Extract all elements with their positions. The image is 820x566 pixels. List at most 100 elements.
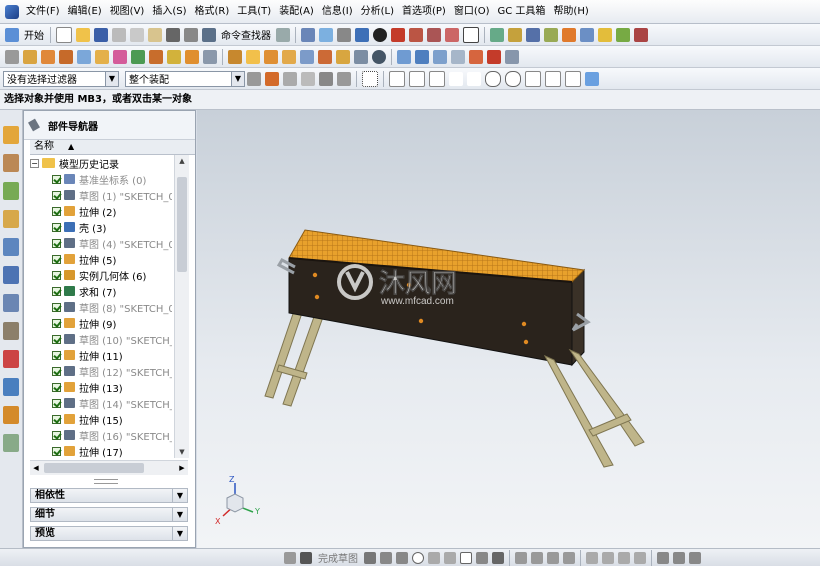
fit-view-icon[interactable] (319, 27, 333, 42)
tree-item-shell[interactable]: 壳 (3) (52, 219, 172, 235)
graphics-window[interactable]: 沐风网 www.mfcad.com Z Y X (197, 110, 820, 548)
boss-icon[interactable] (77, 49, 91, 64)
snap-control-icon[interactable] (429, 70, 445, 87)
arc-icon[interactable] (396, 551, 408, 564)
menu-analysis[interactable]: 分析(L) (357, 0, 398, 24)
rectangle-select-icon[interactable] (362, 70, 378, 87)
shell-icon[interactable] (264, 49, 278, 64)
tree-item-sketch[interactable]: 草图 (16) "SKETCH_ (52, 427, 172, 443)
feature-filter-icon[interactable] (301, 71, 315, 86)
tree-item-sketch[interactable]: 草图 (10) "SKETCH_ (52, 331, 172, 347)
process-studio-icon[interactable] (3, 350, 19, 368)
roles-icon[interactable] (3, 406, 19, 424)
visibility-checkbox[interactable] (52, 206, 61, 216)
layer-icon[interactable] (463, 26, 479, 43)
studio-icon[interactable] (409, 27, 423, 42)
through-curves-icon[interactable] (415, 49, 429, 64)
thread-icon[interactable] (354, 49, 368, 64)
constraint-navigator-icon[interactable] (3, 154, 19, 172)
pin-icon[interactable] (634, 27, 648, 42)
visibility-checkbox[interactable] (52, 270, 61, 280)
snap-existing-point-icon[interactable] (525, 70, 541, 87)
menu-assembly[interactable]: 装配(A) (275, 0, 318, 24)
edge-blend-icon[interactable] (228, 49, 242, 64)
general-filter-icon[interactable] (247, 71, 261, 86)
sketch-task-icon[interactable] (284, 551, 296, 564)
menu-format[interactable]: 格式(R) (191, 0, 234, 24)
scroll-thumb[interactable] (177, 177, 187, 272)
surface-icon[interactable] (397, 49, 411, 64)
redo-icon[interactable] (184, 27, 198, 42)
sketch-style-icon[interactable] (657, 551, 669, 564)
menu-tools[interactable]: 工具(T) (233, 0, 275, 24)
manufacturing-wizard-icon[interactable] (3, 378, 19, 396)
line-icon[interactable] (380, 551, 392, 564)
visibility-checkbox[interactable] (52, 398, 61, 408)
visibility-checkbox[interactable] (52, 430, 61, 440)
offset-face-icon[interactable] (336, 49, 350, 64)
polygon-icon[interactable] (476, 551, 488, 564)
sphere-icon[interactable] (372, 49, 386, 64)
assembly-navigator-icon[interactable] (3, 126, 19, 144)
leg-left[interactable] (264, 307, 324, 407)
tree-item-sketch[interactable]: 草图 (12) "SKETCH_ (52, 363, 172, 379)
snap-endpoint-icon[interactable] (389, 70, 405, 87)
visibility-checkbox[interactable] (52, 238, 61, 248)
scroll-left-icon[interactable]: ◀ (30, 461, 42, 475)
visibility-checkbox[interactable] (52, 190, 61, 200)
dimension-icon[interactable] (586, 551, 598, 564)
column-header-name[interactable]: 名称 ▲ (30, 140, 195, 155)
sketch-icon[interactable] (5, 49, 19, 64)
scroll-right-icon[interactable]: ▶ (176, 461, 188, 475)
menu-help[interactable]: 帮助(H) (549, 0, 592, 24)
visibility-checkbox[interactable] (52, 382, 61, 392)
visibility-checkbox[interactable] (52, 446, 61, 456)
hd3d-tools-icon[interactable] (3, 238, 19, 256)
menu-file[interactable]: 文件(F) (22, 0, 64, 24)
draft-icon[interactable] (282, 49, 296, 64)
undo-icon[interactable] (166, 27, 180, 42)
auto-constrain-icon[interactable] (618, 551, 630, 564)
visibility-checkbox[interactable] (52, 286, 61, 296)
menu-gc-toolbox[interactable]: GC 工具箱 (494, 0, 550, 24)
selection-scope-dropdown[interactable]: 整个装配 ▼ (125, 70, 245, 87)
datum-plane-icon[interactable] (131, 49, 145, 64)
unite-icon[interactable] (149, 49, 163, 64)
visibility-checkbox[interactable] (52, 318, 61, 328)
partial-shade-icon[interactable] (445, 27, 459, 42)
tree-item-unite[interactable]: 求和 (7) (52, 283, 172, 299)
orient-view-icon[interactable] (355, 27, 369, 42)
paste-icon[interactable] (148, 27, 162, 42)
system-scenes-icon[interactable] (3, 434, 19, 452)
menu-window[interactable]: 窗口(O) (450, 0, 494, 24)
scroll-up-icon[interactable]: ▲ (175, 155, 189, 167)
copy-icon[interactable] (130, 27, 144, 42)
collapse-icon[interactable]: − (30, 158, 39, 168)
subtract-icon[interactable] (167, 49, 181, 64)
menu-edit[interactable]: 编辑(E) (64, 0, 106, 24)
snap-quadrant-icon[interactable] (485, 70, 501, 87)
vertical-scrollbar[interactable]: ▲ ▼ (174, 155, 189, 458)
snap-intersection-icon[interactable] (449, 71, 463, 86)
command-finder-button[interactable]: 命令查找器 (221, 27, 271, 42)
panel-dependencies[interactable]: 相依性 ▼ (30, 488, 188, 503)
extrude-icon[interactable] (23, 49, 37, 64)
tree-item-sketch[interactable]: 草图 (14) "SKETCH_ (52, 395, 172, 411)
fillet-icon[interactable] (428, 551, 440, 564)
snap-midpoint-icon[interactable] (409, 70, 425, 87)
table-icon[interactable] (580, 27, 594, 42)
menu-preferences[interactable]: 首选项(P) (398, 0, 450, 24)
visibility-checkbox[interactable] (52, 414, 61, 424)
web-browser-icon[interactable] (3, 266, 19, 284)
make-corner-icon[interactable] (563, 551, 575, 564)
revolve-icon[interactable] (41, 49, 55, 64)
tree-item-extrude[interactable]: 拉伸 (5) (52, 251, 172, 267)
tree-root-model-history[interactable]: − 模型历史记录 (30, 155, 172, 171)
point-icon[interactable] (492, 551, 504, 564)
pocket-icon[interactable] (95, 49, 109, 64)
part-navigator-icon[interactable] (3, 182, 19, 200)
sheet-icon[interactable] (562, 27, 576, 42)
trim-body-icon[interactable] (203, 49, 217, 64)
wcs-icon[interactable] (526, 27, 540, 42)
mirror-icon[interactable] (318, 49, 332, 64)
